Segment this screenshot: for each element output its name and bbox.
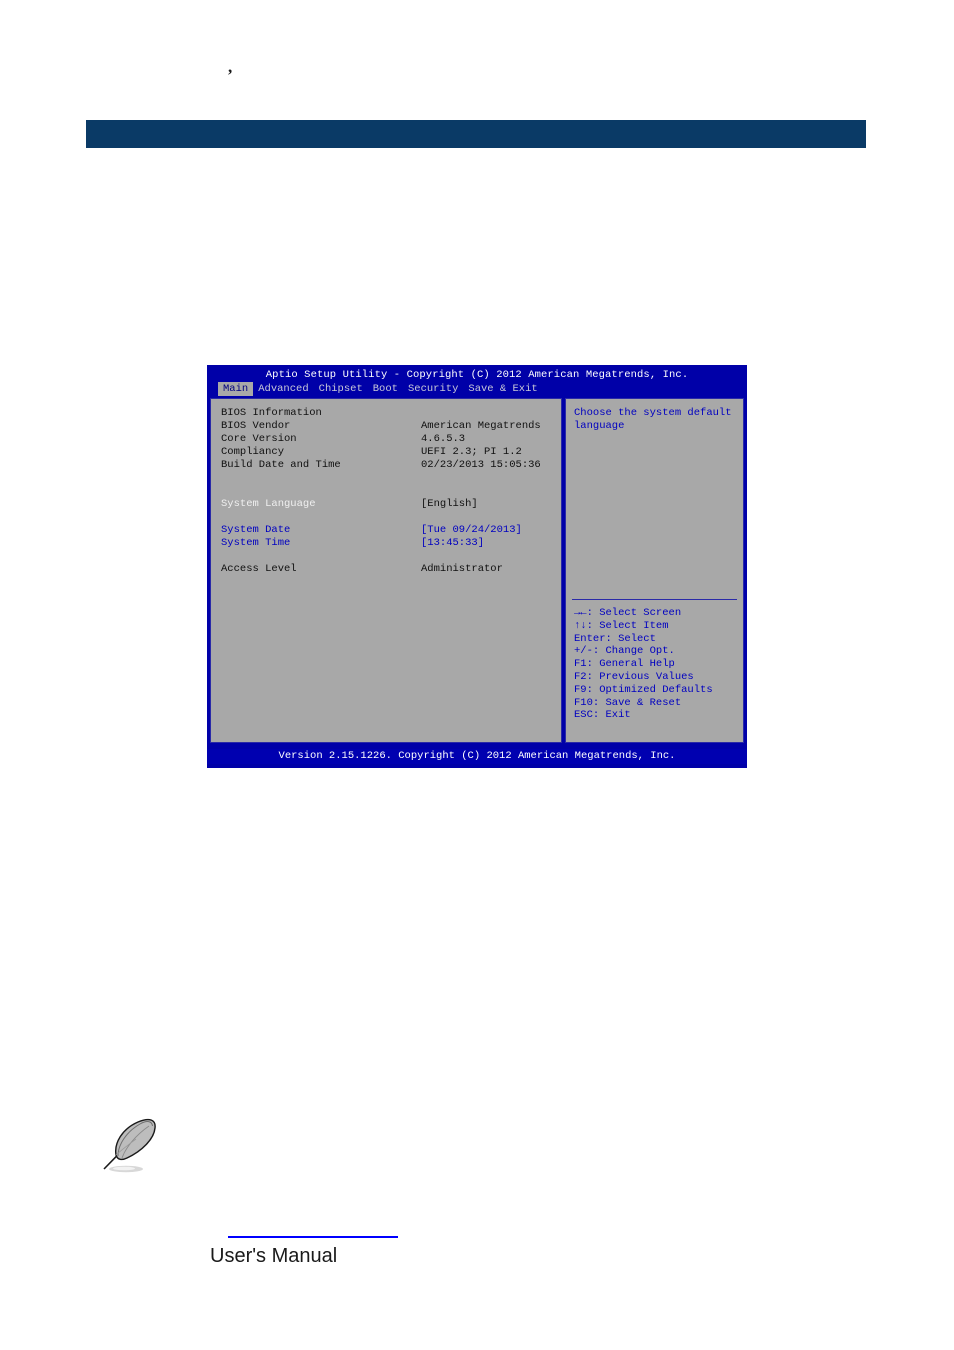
navkey-previous-values: F2: Previous Values — [574, 670, 694, 683]
value-system-time[interactable]: [13:45:33] — [421, 537, 555, 550]
label-system-language: System Language — [221, 498, 316, 510]
bios-main-panel: BIOS Information BIOS Vendor American Me… — [210, 398, 562, 743]
navkey-optimized-defaults: F9: Optimized Defaults — [574, 683, 713, 696]
row-system-time[interactable]: System Time [13:45:33] — [221, 537, 555, 550]
bios-tab-bar[interactable]: Main Advanced Chipset Boot Security Save… — [218, 382, 543, 396]
label-compliancy: Compliancy — [221, 446, 285, 458]
tab-chipset[interactable]: Chipset — [314, 382, 368, 396]
navkey-esc-exit: ESC: Exit — [574, 709, 631, 722]
row-spacer-3 — [221, 511, 555, 524]
row-spacer-1 — [221, 472, 555, 485]
navkey-save-reset: F10: Save & Reset — [574, 696, 682, 709]
row-system-language[interactable]: System Language [English] — [221, 498, 555, 511]
value-bios-information — [421, 407, 555, 420]
page-header-bar — [86, 120, 866, 148]
value-system-language[interactable]: [English] — [421, 498, 555, 511]
navigation-keys-list: →←: Select Screen ↑↓: Select Item Enter:… — [574, 607, 739, 722]
navkey-general-help: F1: General Help — [574, 658, 675, 671]
footer-title: User's Manual — [210, 1245, 338, 1267]
tab-boot[interactable]: Boot — [368, 382, 403, 396]
bios-setup-window: Aptio Setup Utility - Copyright (C) 2012… — [207, 365, 747, 768]
bios-title: Aptio Setup Utility - Copyright (C) 2012… — [265, 369, 689, 381]
bios-help-panel: Choose the system default language →←: S… — [565, 398, 744, 743]
bios-settings-list: BIOS Information BIOS Vendor American Me… — [221, 407, 555, 576]
value-build-date-time: 02/23/2013 15:05:36 — [421, 459, 541, 471]
value-system-date[interactable]: [Tue 09/24/2013] — [421, 524, 555, 537]
value-compliancy: UEFI 2.3; PI 1.2 — [421, 446, 522, 458]
navkey-change-opt: +/-: Change Opt. — [574, 645, 675, 658]
label-system-time: System Time — [221, 537, 291, 549]
value-bios-vendor: American Megatrends — [421, 420, 541, 432]
row-compliancy: Compliancy UEFI 2.3; PI 1.2 — [221, 446, 555, 459]
row-bios-information: BIOS Information — [221, 407, 555, 420]
tab-security[interactable]: Security — [403, 382, 463, 396]
quill-note-icon — [96, 1117, 168, 1179]
footer-divider-rule — [228, 1236, 398, 1238]
navkey-enter-select: Enter: Select — [574, 632, 656, 645]
row-access-level: Access Level Administrator — [221, 563, 555, 576]
bios-body: BIOS Information BIOS Vendor American Me… — [210, 398, 744, 743]
value-core-version: 4.6.5.3 — [421, 433, 466, 445]
help-divider — [572, 599, 737, 600]
label-bios-information: BIOS Information — [221, 407, 322, 419]
label-build-date-time: Build Date and Time — [221, 459, 341, 471]
label-core-version: Core Version — [221, 433, 297, 445]
tab-main[interactable]: Main — [218, 382, 254, 396]
label-bios-vendor: BIOS Vendor — [221, 420, 291, 432]
bios-version-footer: Version 2.15.1226. Copyright (C) 2012 Am… — [207, 749, 747, 764]
navkey-select-item: ↑↓: Select Item — [574, 619, 669, 632]
row-system-date[interactable]: System Date [Tue 09/24/2013] — [221, 524, 555, 537]
row-spacer-2 — [221, 485, 555, 498]
navkey-select-screen: →←: Select Screen — [574, 607, 682, 619]
tab-advanced[interactable]: Advanced — [253, 382, 313, 396]
row-core-version: Core Version 4.6.5.3 — [221, 433, 555, 446]
row-build-date-time: Build Date and Time 02/23/2013 15:05:36 — [221, 459, 555, 472]
label-access-level: Access Level — [221, 563, 297, 575]
label-system-date: System Date — [221, 524, 291, 536]
tab-save-exit[interactable]: Save & Exit — [463, 382, 542, 396]
row-spacer-4 — [221, 550, 555, 563]
stray-comma-mark: , — [228, 57, 233, 76]
value-access-level: Administrator — [421, 563, 503, 575]
help-description: Choose the system default language — [574, 407, 732, 432]
row-bios-vendor: BIOS Vendor American Megatrends — [221, 420, 555, 433]
